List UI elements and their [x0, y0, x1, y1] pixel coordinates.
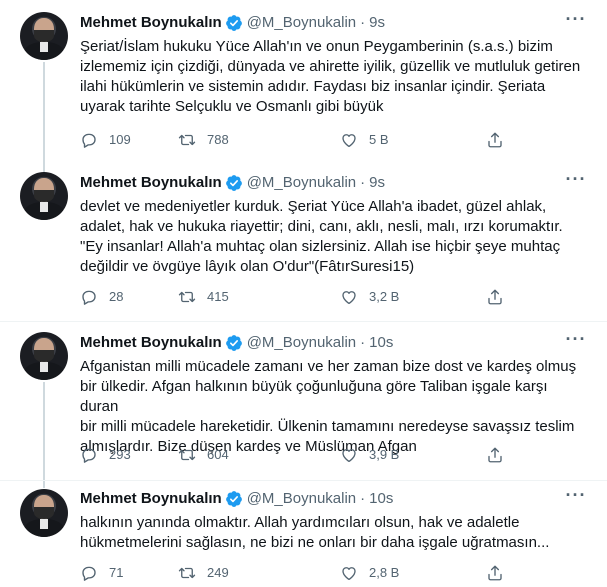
share-button[interactable] [486, 288, 504, 306]
timestamp[interactable]: 10s [369, 489, 393, 509]
retweet-count: 788 [207, 132, 229, 147]
like-button[interactable]: 3,2 B [340, 288, 399, 306]
like-icon [342, 567, 356, 581]
verified-badge-icon [225, 15, 242, 31]
separator: · [360, 490, 366, 507]
retweet-icon [178, 449, 196, 461]
like-button[interactable]: 3,9 B [340, 446, 399, 464]
author-handle[interactable]: @M_Boynukalin [247, 173, 356, 193]
avatar[interactable] [20, 172, 68, 220]
tweet-header: Mehmet Boynukalın @M_Boynukalin · 9s [80, 13, 385, 33]
reply-button[interactable]: 293 [80, 446, 131, 464]
author-handle[interactable]: @M_Boynukalin [247, 333, 356, 353]
avatar[interactable] [20, 489, 68, 537]
tweet[interactable]: Mehmet Boynukalın @M_Boynukalin · 10s ··… [0, 480, 607, 587]
tweet-header: Mehmet Boynukalın @M_Boynukalin · 10s [80, 489, 393, 509]
tweet-text: halkının yanında olmaktır. Allah yardımc… [80, 514, 550, 551]
tweet[interactable]: Mehmet Boynukalın @M_Boynukalin · 9s ···… [0, 0, 607, 160]
retweet-button[interactable]: 415 [178, 288, 229, 306]
separator: · [360, 14, 366, 31]
author-name[interactable]: Mehmet Boynukalın [80, 173, 222, 193]
tweet[interactable]: Mehmet Boynukalın @M_Boynukalin · 10s ··… [0, 320, 607, 480]
retweet-count: 604 [207, 447, 229, 462]
like-count: 5 B [369, 132, 389, 147]
tweet-header: Mehmet Boynukalın @M_Boynukalin · 9s [80, 173, 385, 193]
retweet-button[interactable]: 604 [178, 446, 229, 464]
verified-badge-icon [225, 175, 242, 191]
retweet-button[interactable]: 249 [178, 564, 229, 582]
retweet-icon [178, 567, 196, 579]
author-name[interactable]: Mehmet Boynukalın [80, 489, 222, 509]
tweet-text: Afganistan milli mücadele zamanı ve her … [80, 358, 577, 455]
like-icon [342, 449, 356, 463]
reply-count: 109 [109, 132, 131, 147]
retweet-button[interactable]: 788 [178, 131, 229, 149]
tweet[interactable]: Mehmet Boynukalın @M_Boynukalin · 9s ···… [0, 160, 607, 320]
reply-icon [82, 566, 96, 581]
tweet-actions: 109 788 5 B [80, 130, 520, 150]
more-icon[interactable]: ··· [565, 330, 587, 353]
share-button[interactable] [486, 131, 504, 149]
more-icon[interactable]: ··· [565, 10, 587, 33]
share-button[interactable] [486, 564, 504, 582]
timeline-feed: Mehmet Boynukalın @M_Boynukalin · 9s ···… [0, 0, 607, 587]
author-handle[interactable]: @M_Boynukalin [247, 489, 356, 509]
tweet-text: devlet ve medeniyetler kurduk. Şeriat Yü… [80, 198, 563, 275]
reply-icon [82, 133, 96, 148]
reply-count: 293 [109, 447, 131, 462]
reply-button[interactable]: 109 [80, 131, 131, 149]
author-handle[interactable]: @M_Boynukalin [247, 13, 356, 33]
reply-count: 28 [109, 289, 124, 304]
retweet-count: 249 [207, 565, 229, 580]
share-button[interactable] [486, 446, 504, 464]
tweet-actions: 28 415 3,2 B [80, 287, 520, 307]
like-count: 3,9 B [369, 447, 400, 462]
tweet-header: Mehmet Boynukalın @M_Boynukalin · 10s [80, 333, 393, 353]
share-icon [488, 289, 502, 305]
share-icon [488, 132, 502, 148]
separator: · [360, 334, 366, 351]
retweet-icon [178, 134, 196, 146]
like-count: 3,2 B [369, 289, 400, 304]
reply-count: 71 [109, 565, 124, 580]
avatar[interactable] [20, 12, 68, 60]
share-icon [488, 565, 502, 581]
tweet-actions: 71 249 2,8 B [80, 563, 520, 583]
like-button[interactable]: 2,8 B [340, 564, 399, 582]
more-icon[interactable]: ··· [565, 170, 587, 193]
author-name[interactable]: Mehmet Boynukalın [80, 13, 222, 33]
like-icon [342, 134, 356, 148]
retweet-count: 415 [207, 289, 229, 304]
like-icon [342, 291, 356, 305]
verified-badge-icon [225, 491, 242, 507]
share-icon [488, 447, 502, 463]
like-count: 2,8 B [369, 565, 400, 580]
author-name[interactable]: Mehmet Boynukalın [80, 333, 222, 353]
reply-button[interactable]: 71 [80, 564, 123, 582]
more-icon[interactable]: ··· [565, 486, 587, 509]
timestamp[interactable]: 10s [369, 333, 393, 353]
reply-icon [82, 448, 96, 463]
verified-badge-icon [225, 335, 242, 351]
retweet-icon [178, 291, 196, 303]
reply-button[interactable]: 28 [80, 288, 123, 306]
like-button[interactable]: 5 B [340, 131, 389, 149]
avatar[interactable] [20, 332, 68, 380]
timestamp[interactable]: 9s [369, 173, 385, 193]
tweet-text: Şeriat/İslam hukuku Yüce Allah'ın ve onu… [80, 38, 581, 115]
timestamp[interactable]: 9s [369, 13, 385, 33]
separator: · [360, 174, 366, 191]
tweet-actions: 293 604 3,9 B [80, 445, 520, 465]
reply-icon [82, 290, 96, 305]
